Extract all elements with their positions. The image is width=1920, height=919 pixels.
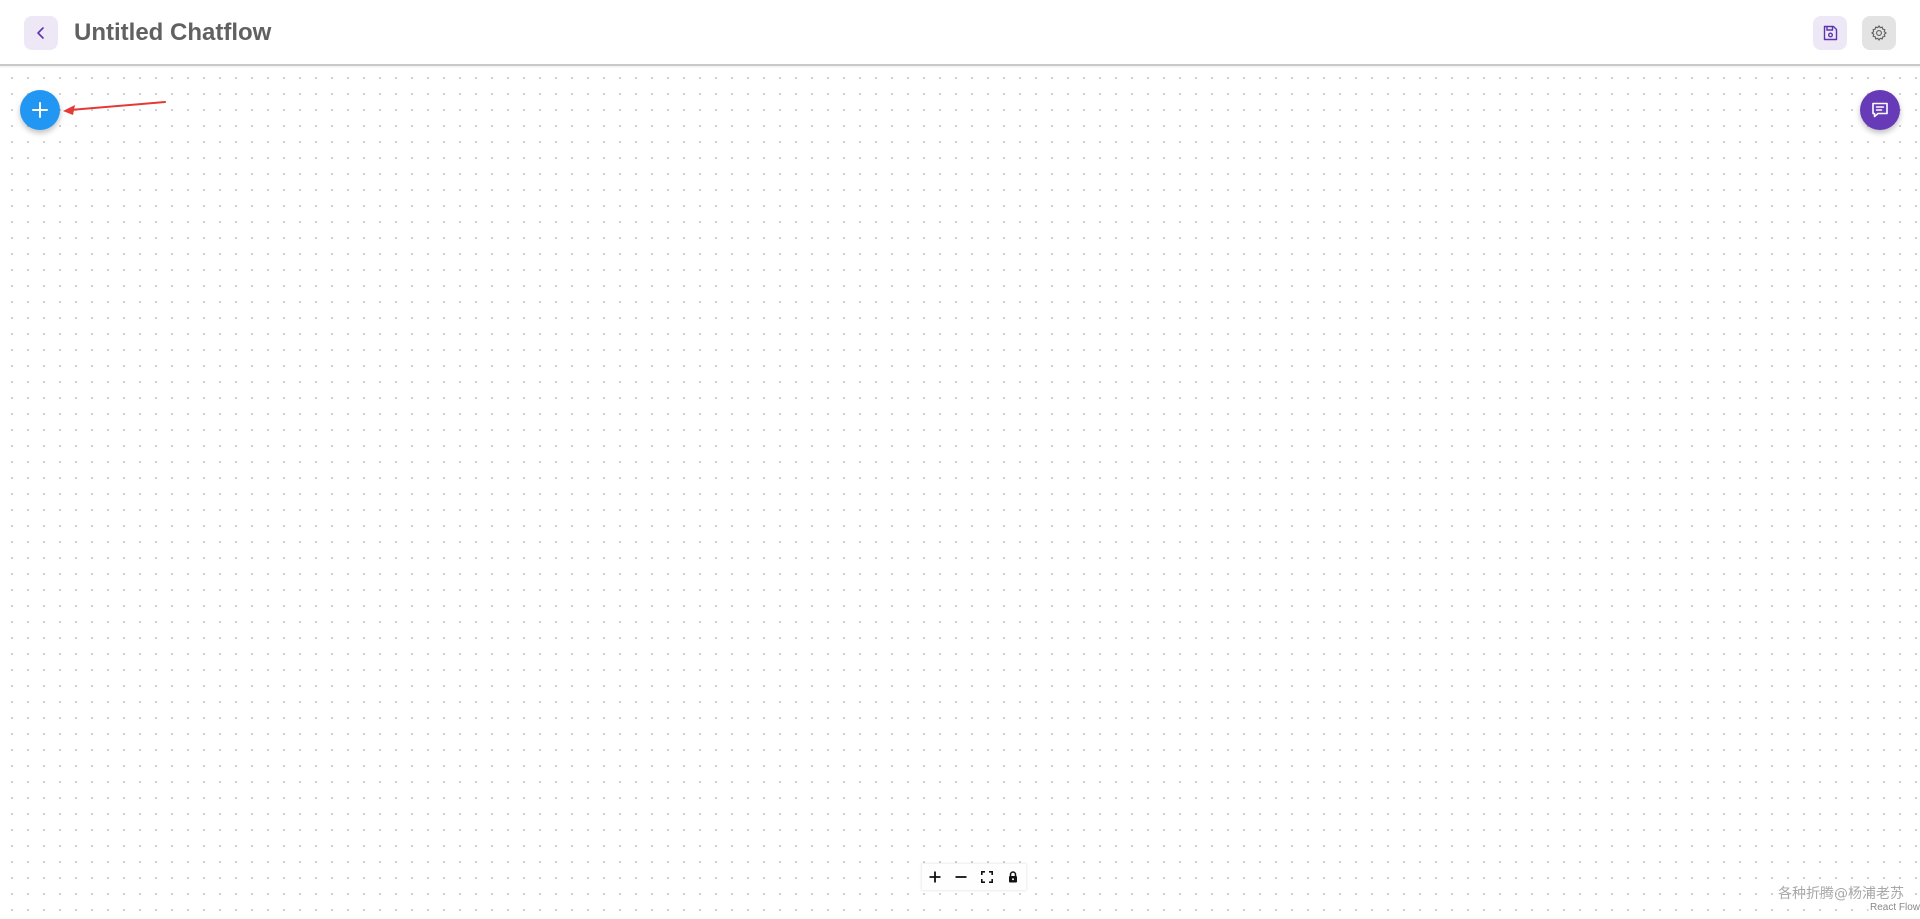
lock-icon [1007,871,1019,883]
settings-button[interactable] [1862,16,1896,50]
add-node-button[interactable] [20,90,60,130]
back-button[interactable] [24,16,58,50]
fit-view-button[interactable] [974,864,1000,890]
zoom-out-button[interactable] [948,864,974,890]
lock-button[interactable] [1000,864,1026,890]
flow-canvas[interactable] [0,66,1920,919]
watermark-text: 各种折腾@杨浦老苏 [1778,886,1904,902]
chat-button[interactable] [1860,90,1900,130]
flow-controls [922,864,1026,890]
annotation-arrow-icon [60,96,170,118]
fit-view-icon [981,871,993,883]
zoom-in-button[interactable] [922,864,948,890]
minus-icon [955,871,967,883]
save-button[interactable] [1813,16,1847,50]
page-title[interactable]: Untitled Chatflow [74,18,271,48]
react-flow-attribution[interactable]: React Flow [1868,901,1920,914]
top-bar: Untitled Chatflow [0,0,1920,66]
plus-icon [929,871,941,883]
plus-icon [30,100,50,120]
chat-message-icon [1870,100,1890,120]
save-icon [1821,24,1839,42]
chevron-left-icon [33,25,49,41]
gear-icon [1870,24,1888,42]
